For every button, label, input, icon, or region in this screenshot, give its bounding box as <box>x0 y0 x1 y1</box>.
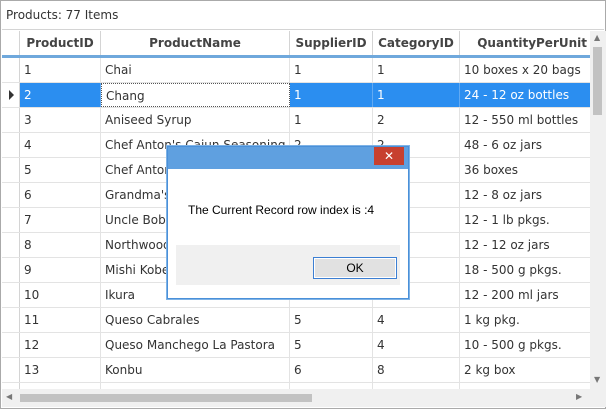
cell-productid[interactable]: 3 <box>20 108 101 132</box>
scroll-up-arrow-icon[interactable]: ▲ <box>594 33 600 42</box>
table-row[interactable]: 13 Konbu 6 8 2 kg box <box>2 358 590 383</box>
column-header-supplierid[interactable]: SupplierID <box>290 31 373 55</box>
current-row-arrow-icon <box>9 90 14 100</box>
dialog-body: The Current Record row index is :4 <box>176 177 400 245</box>
cell-categoryid[interactable]: 1 <box>373 58 460 82</box>
cell-quantityperunit[interactable]: 48 - 6 oz jars <box>460 133 590 157</box>
scrollbar-corner <box>590 389 606 407</box>
cell-supplierid[interactable]: 5 <box>290 333 373 357</box>
cell-productid[interactable]: 7 <box>20 208 101 232</box>
table-row[interactable]: 2 Chang 1 1 24 - 12 oz bottles <box>2 83 590 108</box>
cell-productname[interactable]: Queso Cabrales <box>101 308 290 332</box>
cell-supplierid[interactable]: 1 <box>290 58 373 82</box>
cell-categoryid[interactable]: 4 <box>373 308 460 332</box>
cell-productid[interactable]: 8 <box>20 233 101 257</box>
message-dialog: ✕ The Current Record row index is :4 OK <box>167 146 409 299</box>
cell-quantityperunit[interactable]: 2 kg box <box>460 358 590 382</box>
cell-productid[interactable]: 2 <box>20 83 101 107</box>
cell-productname[interactable]: Konbu <box>101 358 290 382</box>
grid-caption: Products: 77 Items <box>2 2 604 30</box>
cell-quantityperunit[interactable]: 24 - 12 oz bottles <box>460 83 590 107</box>
cell-supplierid[interactable]: 1 <box>290 83 373 107</box>
grid-header: ProductID ProductName SupplierID Categor… <box>2 31 590 58</box>
column-header-productid[interactable]: ProductID <box>20 31 101 55</box>
row-header[interactable] <box>2 283 20 307</box>
ok-button[interactable]: OK <box>313 257 397 279</box>
cell-productid[interactable]: 11 <box>20 308 101 332</box>
row-header[interactable] <box>2 358 20 382</box>
row-header[interactable] <box>2 208 20 232</box>
row-header[interactable] <box>2 258 20 282</box>
dialog-footer: OK <box>176 245 400 285</box>
table-row[interactable]: 11 Queso Cabrales 5 4 1 kg pkg. <box>2 308 590 333</box>
cell-categoryid[interactable]: 4 <box>373 333 460 357</box>
cell-productname[interactable]: Chai <box>101 58 290 82</box>
cell-quantityperunit[interactable]: 12 - 550 ml bottles <box>460 108 590 132</box>
row-header[interactable] <box>2 158 20 182</box>
data-grid-window: Products: 77 Items ProductID ProductName… <box>0 0 606 409</box>
cell-categoryid[interactable]: 1 <box>373 83 460 107</box>
cell-quantityperunit[interactable]: 18 - 500 g pkgs. <box>460 258 590 282</box>
horizontal-scrollbar[interactable]: ◀ ▶ <box>2 389 590 407</box>
cell-categoryid[interactable]: 2 <box>373 108 460 132</box>
cell-quantityperunit[interactable]: 10 boxes x 20 bags <box>460 58 590 82</box>
cell-quantityperunit[interactable]: 12 - 1 lb pkgs. <box>460 208 590 232</box>
cell-supplierid[interactable]: 5 <box>290 308 373 332</box>
cell-quantityperunit[interactable]: 12 - 12 oz jars <box>460 233 590 257</box>
cell-productid[interactable]: 4 <box>20 133 101 157</box>
cell-productid[interactable]: 13 <box>20 358 101 382</box>
cell-productname[interactable]: Aniseed Syrup <box>101 108 290 132</box>
cell-productid[interactable]: 12 <box>20 333 101 357</box>
cell-quantityperunit[interactable]: 12 - 8 oz jars <box>460 183 590 207</box>
scroll-left-arrow-icon[interactable]: ◀ <box>6 392 12 401</box>
horizontal-scroll-thumb[interactable] <box>20 394 312 402</box>
scroll-right-arrow-icon[interactable]: ▶ <box>576 392 582 401</box>
cell-productname[interactable]: Chang <box>101 83 290 107</box>
cell-productid[interactable]: 9 <box>20 258 101 282</box>
cell-quantityperunit[interactable]: 12 - 200 ml jars <box>460 283 590 307</box>
column-header-productname[interactable]: ProductName <box>101 31 290 55</box>
column-header-quantityperunit[interactable]: QuantityPerUnit <box>460 31 590 55</box>
dialog-message: The Current Record row index is :4 <box>188 203 375 217</box>
vertical-scroll-thumb[interactable] <box>593 47 602 115</box>
row-header[interactable] <box>2 233 20 257</box>
row-header[interactable] <box>2 308 20 332</box>
row-header[interactable] <box>2 333 20 357</box>
row-header[interactable] <box>2 83 20 107</box>
row-header[interactable] <box>2 133 20 157</box>
row-header[interactable] <box>2 108 20 132</box>
cell-productid[interactable]: 1 <box>20 58 101 82</box>
cell-productid[interactable]: 10 <box>20 283 101 307</box>
scroll-down-arrow-icon[interactable]: ▼ <box>594 375 600 384</box>
column-header-categoryid[interactable]: CategoryID <box>373 31 460 55</box>
cell-productid[interactable]: 5 <box>20 158 101 182</box>
table-row[interactable]: 12 Queso Manchego La Pastora 5 4 10 - 500 g … <box>2 333 590 358</box>
cell-categoryid[interactable]: 8 <box>373 358 460 382</box>
row-header-corner <box>2 31 20 55</box>
cell-productid[interactable]: 6 <box>20 183 101 207</box>
close-icon[interactable]: ✕ <box>374 147 404 165</box>
cell-productname[interactable]: Queso Manchego La Pastora <box>101 333 290 357</box>
cell-quantityperunit[interactable]: 36 boxes <box>460 158 590 182</box>
dialog-title-bar[interactable]: ✕ <box>168 147 408 169</box>
cell-quantityperunit[interactable]: 10 - 500 g pkgs. <box>460 333 590 357</box>
vertical-scrollbar[interactable]: ▲ ▼ <box>590 31 606 389</box>
row-header[interactable] <box>2 183 20 207</box>
table-row[interactable]: 1 Chai 1 1 10 boxes x 20 bags <box>2 58 590 83</box>
row-header[interactable] <box>2 58 20 82</box>
cell-quantityperunit[interactable]: 1 kg pkg. <box>460 308 590 332</box>
cell-supplierid[interactable]: 1 <box>290 108 373 132</box>
table-row[interactable]: 3 Aniseed Syrup 1 2 12 - 550 ml bottles <box>2 108 590 133</box>
cell-supplierid[interactable]: 6 <box>290 358 373 382</box>
